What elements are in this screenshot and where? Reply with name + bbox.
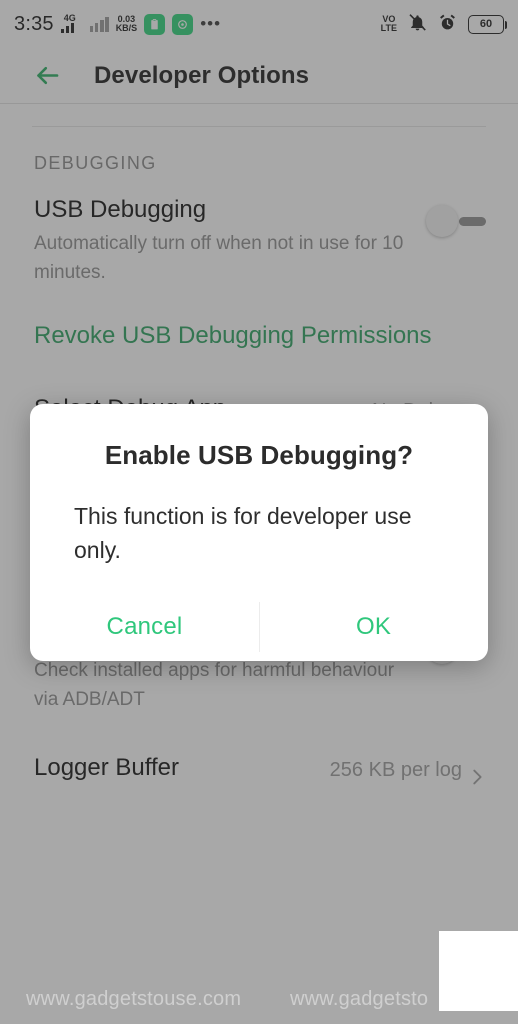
enable-usb-debugging-dialog: Enable USB Debugging? This function is f… bbox=[30, 404, 488, 661]
status-bar: 3:35 4G 0.03 KB/S ••• VO LTE 60 bbox=[0, 0, 518, 48]
setting-row-revoke-usb-permissions[interactable]: Revoke USB Debugging Permissions bbox=[0, 301, 518, 363]
network-speed-indicator: 0.03 KB/S bbox=[115, 13, 138, 34]
screen-recorder-icon bbox=[172, 13, 194, 35]
row-title: Logger Buffer bbox=[34, 754, 179, 781]
alarm-clock-icon bbox=[438, 13, 457, 35]
occlusion-box bbox=[439, 931, 518, 1011]
network-speed-value: 0.03 bbox=[117, 13, 136, 24]
app-bar: Developer Options bbox=[0, 48, 518, 104]
toggle-track bbox=[459, 217, 486, 226]
clipboard-icon bbox=[144, 13, 166, 35]
row-subtitle: Automatically turn off when not in use f… bbox=[34, 233, 404, 283]
cellular-signal-icon: 4G bbox=[60, 13, 83, 33]
chevron-right-icon bbox=[462, 766, 488, 792]
page-title: Developer Options bbox=[94, 61, 310, 89]
row-value: 256 KB per log bbox=[329, 759, 462, 781]
volte-line-2: LTE bbox=[380, 23, 397, 33]
status-clock: 3:35 bbox=[14, 12, 54, 35]
volte-icon: VO LTE bbox=[380, 13, 397, 34]
battery-percent-label: 60 bbox=[479, 18, 493, 30]
row-title: USB Debugging bbox=[34, 196, 207, 223]
arrow-left-icon[interactable] bbox=[32, 61, 62, 91]
ok-button[interactable]: OK bbox=[259, 593, 488, 661]
dialog-button-bar: Cancel OK bbox=[30, 593, 488, 661]
toggle-knob bbox=[426, 205, 458, 237]
network-speed-unit: KB/S bbox=[115, 23, 138, 33]
row-text: Logger Buffer bbox=[34, 752, 277, 783]
section-header-debugging: DEBUGGING bbox=[34, 153, 157, 173]
status-bar-left: 3:35 4G 0.03 KB/S ••• bbox=[14, 13, 221, 36]
phone-screen: 3:35 4G 0.03 KB/S ••• VO LTE 60 Develope… bbox=[0, 0, 518, 1024]
row-text: USB Debugging Automatically turn off whe… bbox=[34, 194, 426, 287]
second-signal-icon bbox=[89, 16, 109, 32]
overflow-dots-icon: ••• bbox=[200, 14, 222, 33]
cancel-button[interactable]: Cancel bbox=[30, 593, 259, 661]
dialog-message: This function is for developer use only. bbox=[74, 503, 412, 563]
bell-muted-icon bbox=[408, 13, 427, 35]
toggle-usb-debugging[interactable] bbox=[426, 204, 488, 238]
setting-row-logger-buffer[interactable]: Logger Buffer 256 KB per log bbox=[0, 728, 518, 806]
status-bar-right: VO LTE 60 bbox=[380, 13, 507, 35]
volte-line-1: VO bbox=[382, 13, 396, 24]
row-subtitle: Check installed apps for harmful behavio… bbox=[34, 660, 395, 710]
setting-row-usb-debugging[interactable]: USB Debugging Automatically turn off whe… bbox=[0, 178, 518, 301]
dialog-title: Enable USB Debugging? bbox=[104, 440, 414, 470]
battery-indicator: 60 bbox=[468, 14, 507, 34]
